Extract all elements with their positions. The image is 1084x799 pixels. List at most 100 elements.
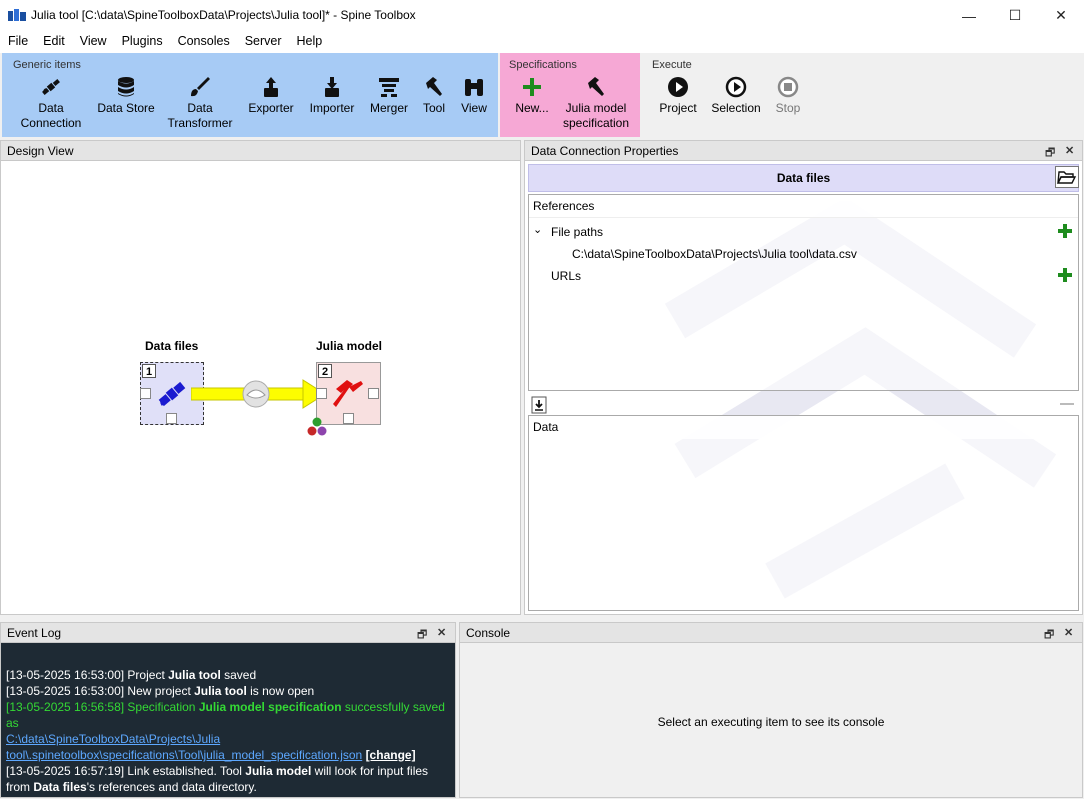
close-panel-icon[interactable]: ✕: [437, 626, 446, 639]
execution-status-dots: [307, 417, 327, 436]
event-log-content: [13-05-2025 16:53:00] Project Julia tool…: [6, 667, 452, 795]
menu-server[interactable]: Server: [237, 31, 289, 48]
stop-label: Stop: [775, 101, 801, 115]
file-path-item[interactable]: C:\data\SpineToolboxData\Projects\Julia …: [572, 247, 857, 261]
node-index-badge: 1: [142, 364, 156, 378]
execute-project-label: Project: [659, 101, 697, 115]
hammer-icon: [588, 77, 604, 96]
menu-view[interactable]: View: [72, 31, 114, 48]
execute-selection-label: Selection: [711, 101, 761, 115]
collapse-arrow-icon[interactable]: ⌄: [533, 223, 542, 236]
export-icon: [264, 77, 278, 97]
log-line: from Data files's references and data di…: [6, 780, 257, 794]
new-specification-label: New...: [515, 101, 549, 115]
design-view-panel: Design View Data files Julia model 1 2: [0, 140, 521, 615]
menu-edit[interactable]: Edit: [35, 31, 72, 48]
menu-plugins[interactable]: Plugins: [114, 31, 170, 48]
design-view-header: Design View: [1, 141, 520, 161]
event-log-panel: Event Log 🗗 ✕ [13-05-2025 16:53:00] Proj…: [0, 622, 456, 798]
console-header: Console: [460, 623, 1082, 643]
log-line: [13-05-2025 16:53:00] Project Julia tool…: [6, 668, 257, 682]
tool-button[interactable]: Tool: [416, 75, 452, 116]
play-outline-icon: [725, 76, 747, 98]
maximize-button[interactable]: ☐: [992, 0, 1038, 31]
new-specification-button[interactable]: New...: [512, 75, 552, 116]
design-view-canvas[interactable]: Data files Julia model 1 2: [1, 161, 520, 614]
references-header: References: [529, 195, 1078, 218]
spec-file-link[interactable]: C:\data\SpineToolboxData\Projects\Julia: [6, 732, 220, 746]
float-panel-icon[interactable]: 🗗: [1045, 144, 1055, 163]
menu-file[interactable]: File: [0, 31, 35, 48]
open-directory-button[interactable]: [1055, 166, 1079, 188]
log-line: [13-05-2025 16:57:19] Link established. …: [6, 764, 429, 778]
add-url-icon[interactable]: [1057, 267, 1073, 283]
spine-toolbox-app-icon: [8, 9, 26, 21]
data-files-list[interactable]: Data: [528, 415, 1079, 611]
paint-brush-icon: [191, 77, 210, 97]
references-tree[interactable]: References ⌄ File paths C:\data\SpineToo…: [528, 194, 1079, 391]
menu-bar: File Edit View Plugins Consoles Server Help: [0, 31, 1084, 53]
float-panel-icon[interactable]: 🗗: [1044, 626, 1054, 645]
change-link[interactable]: [change]: [366, 748, 416, 762]
satellite-icon: [158, 381, 186, 407]
left-connector[interactable]: [140, 388, 151, 399]
data-files-node-label: Data files: [145, 339, 199, 353]
plus-icon: [523, 78, 541, 96]
merger-label: Merger: [369, 101, 408, 115]
log-line: [13-05-2025 16:53:00] New project Julia …: [6, 684, 315, 698]
left-connector[interactable]: [316, 388, 327, 399]
merger-button[interactable]: Merger: [366, 75, 412, 116]
menu-consoles[interactable]: Consoles: [170, 31, 237, 48]
execute-title: Execute: [652, 59, 692, 71]
download-file-icon[interactable]: [531, 396, 547, 414]
right-connector[interactable]: [368, 388, 379, 399]
data-connection-properties-panel: Data Connection Properties 🗗 ✕ Data file…: [524, 140, 1083, 615]
data-connection-label: Data: [38, 101, 64, 115]
spec-file-link-2[interactable]: tool\.spinetoolbox\specifications\Tool\j…: [6, 748, 362, 762]
log-line: [13-05-2025 16:56:58] Specification Juli…: [6, 700, 445, 730]
close-panel-icon[interactable]: ✕: [1065, 144, 1074, 157]
console-panel: Console 🗗 ✕ Select an executing item to …: [459, 622, 1083, 798]
node-index-badge: 2: [318, 364, 332, 378]
event-log-header: Event Log: [1, 623, 455, 643]
exporter-button[interactable]: Exporter: [244, 75, 298, 116]
stop-icon: [777, 76, 799, 98]
close-button[interactable]: ✕: [1038, 0, 1084, 31]
generic-items-group: Generic items Data Connection Data Store…: [2, 53, 498, 137]
data-connection-button[interactable]: Data Connection: [14, 75, 88, 131]
data-store-label: Data Store: [97, 101, 155, 115]
play-circle-icon: [668, 77, 688, 97]
data-transformer-button[interactable]: Data Transformer: [164, 75, 236, 131]
folder-open-icon: [1056, 171, 1077, 184]
hammer-icon: [426, 77, 442, 96]
link-arrow[interactable]: [191, 378, 331, 410]
execute-selection-button[interactable]: Selection: [709, 75, 763, 116]
view-button[interactable]: View: [456, 75, 492, 116]
add-file-path-icon[interactable]: [1057, 223, 1073, 239]
urls-label[interactable]: URLs: [551, 269, 581, 283]
close-panel-icon[interactable]: ✕: [1064, 626, 1073, 639]
importer-button[interactable]: Importer: [304, 75, 360, 116]
minimize-button[interactable]: —: [946, 0, 992, 31]
bottom-connector[interactable]: [166, 413, 177, 424]
data-transformer-label: Data: [187, 101, 213, 115]
log-line: C:\data\SpineToolboxData\Projects\Julia: [6, 731, 452, 747]
satellite-icon: [42, 79, 60, 95]
main-toolbar: Generic items Data Connection Data Store…: [0, 53, 1084, 137]
execute-project-button[interactable]: Project: [655, 75, 701, 116]
remove-icon[interactable]: [1060, 403, 1074, 405]
section-title: Data files: [776, 171, 831, 185]
import-icon: [325, 77, 339, 97]
console-message: Select an executing item to see its cons…: [657, 715, 885, 729]
julia-model-node-label: Julia model: [316, 339, 383, 353]
importer-label: Importer: [309, 101, 355, 115]
float-panel-icon[interactable]: 🗗: [417, 626, 427, 645]
file-paths-label[interactable]: File paths: [551, 225, 603, 239]
window-title: Julia tool [C:\data\SpineToolboxData\Pro…: [31, 8, 416, 22]
menu-help[interactable]: Help: [289, 31, 330, 48]
specifications-title: Specifications: [509, 59, 577, 71]
data-store-button[interactable]: Data Store: [94, 75, 158, 116]
julia-model-specification-button[interactable]: Julia model specification: [558, 75, 634, 131]
stop-button[interactable]: Stop: [771, 75, 805, 116]
bottom-connector[interactable]: [343, 413, 354, 424]
